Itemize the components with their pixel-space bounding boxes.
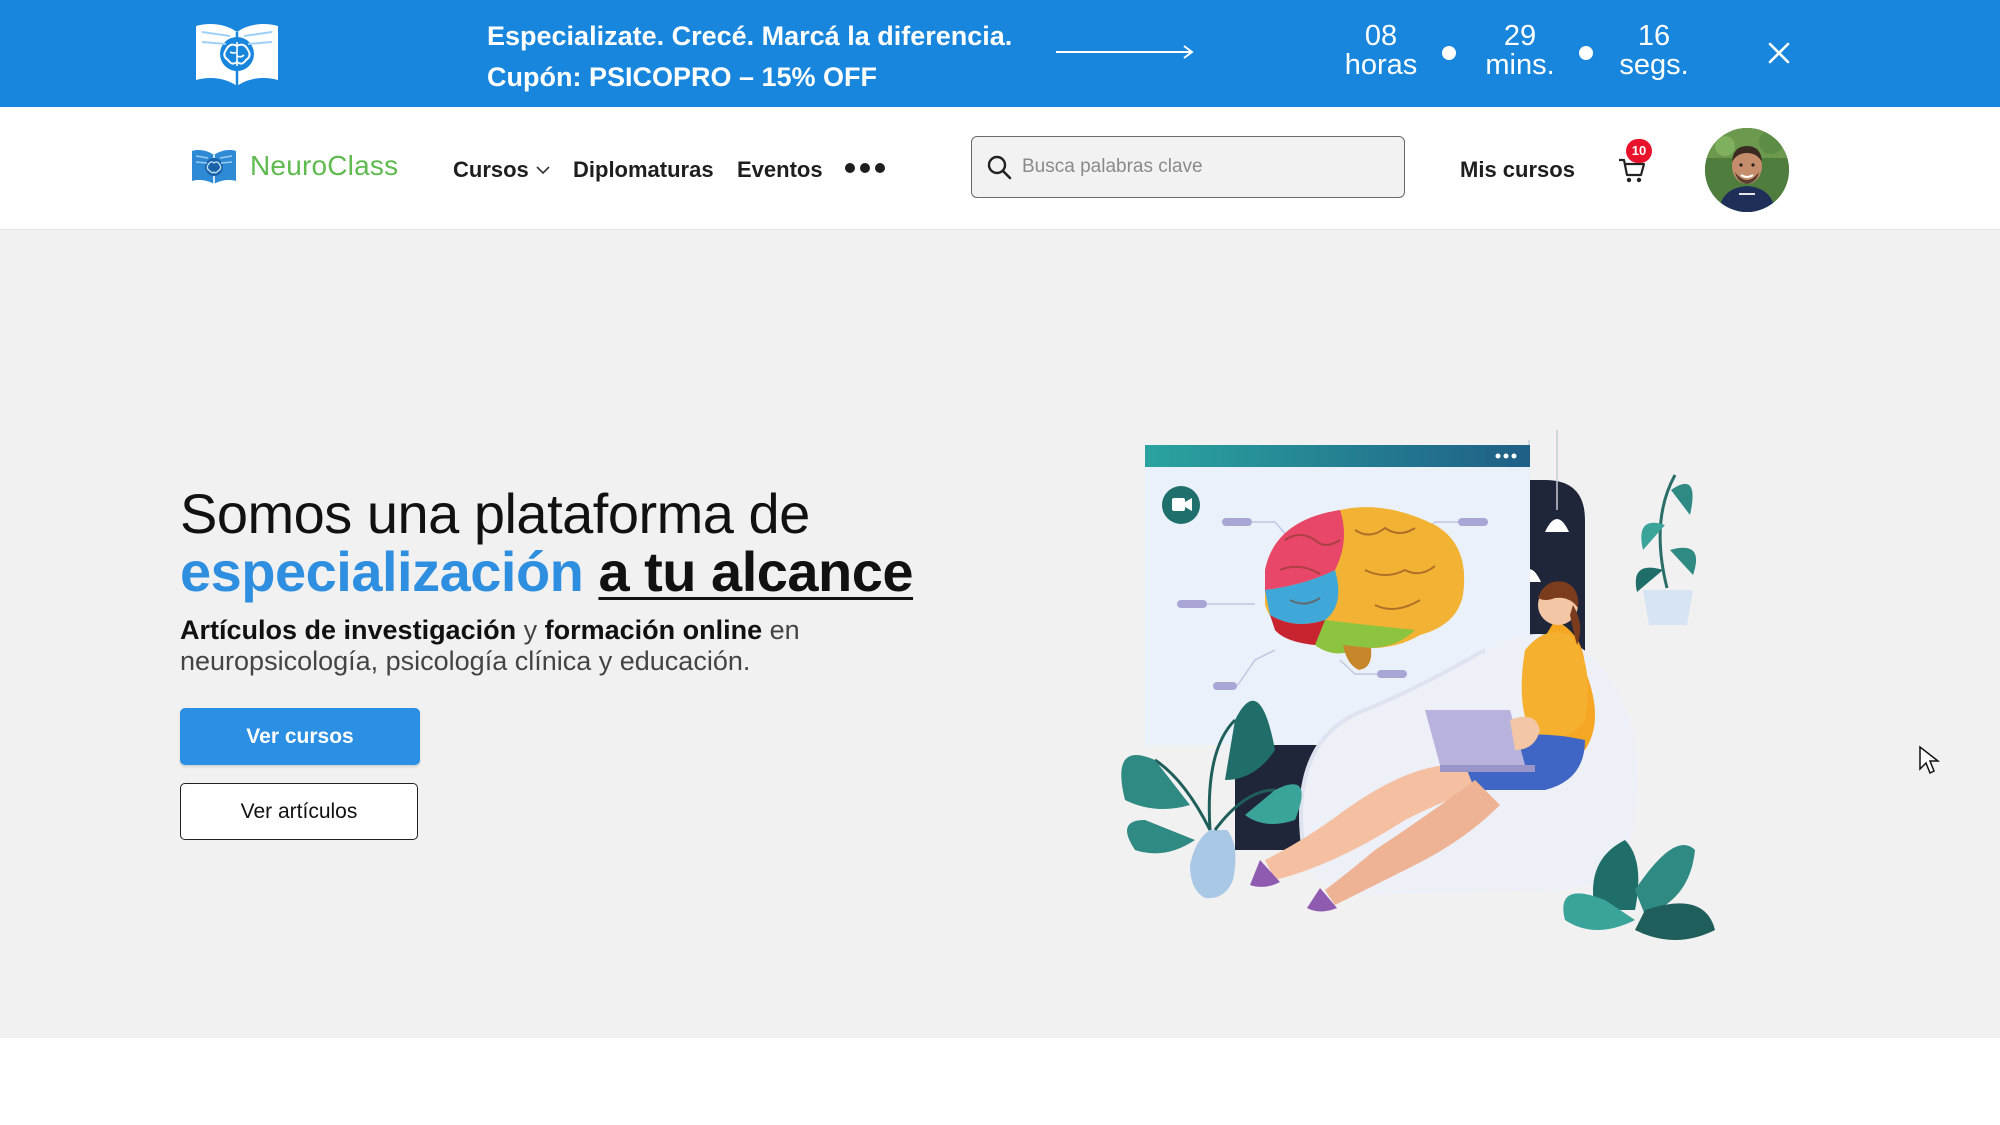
countdown-minutes-value: 29 bbox=[1503, 20, 1537, 52]
promo-message: Especializate. Crecé. Marcá la diferenci… bbox=[487, 16, 1012, 98]
hero-sub-bold-formacion: formación online bbox=[544, 615, 763, 645]
nav-diplomaturas[interactable]: Diplomaturas bbox=[573, 157, 714, 183]
hero-sub-bold-articulos: Artículos de investigación bbox=[180, 615, 517, 645]
hero-subtitle-line1: Artículos de investigación y formación o… bbox=[180, 615, 800, 646]
promo-headline: Especializate. Crecé. Marcá la diferenci… bbox=[487, 21, 1013, 51]
hero-title: Somos una plataforma de especialización … bbox=[180, 482, 914, 603]
countdown-minutes: 29 mins. bbox=[1478, 22, 1562, 80]
promo-coupon: Cupón: PSICOPRO – 15% OFF bbox=[487, 62, 878, 92]
site-header: NeuroClass Cursos Diplomaturas Eventos M… bbox=[0, 107, 2000, 230]
close-icon[interactable] bbox=[1765, 39, 1793, 67]
hero-illustration bbox=[1121, 430, 1715, 940]
hero-section: Somos una plataforma de especialización … bbox=[0, 230, 2000, 1038]
user-photo bbox=[1705, 128, 1789, 212]
cart-count-badge: 10 bbox=[1626, 139, 1652, 163]
countdown-seconds-label: segs. bbox=[1619, 49, 1689, 81]
nav-cursos-label: Cursos bbox=[453, 157, 529, 182]
nav-cursos[interactable]: Cursos bbox=[453, 157, 551, 183]
brand-name: NeuroClass bbox=[250, 150, 399, 181]
search-icon bbox=[987, 155, 1012, 180]
ver-cursos-button[interactable]: Ver cursos bbox=[180, 708, 420, 765]
hero-title-line2: especialización a tu alcance bbox=[180, 540, 914, 603]
countdown-hours-label: horas bbox=[1344, 49, 1418, 81]
neuroclass-logo-icon bbox=[192, 150, 236, 184]
hero-subtitle-line2: neuropsicología, psicología clínica y ed… bbox=[180, 646, 751, 676]
search-input[interactable] bbox=[1022, 156, 1382, 178]
search-box[interactable] bbox=[971, 136, 1405, 198]
hero-title-underlined: a tu alcance bbox=[598, 540, 914, 603]
next-section-preview bbox=[0, 1038, 2000, 1125]
hero-title-highlight: especialización bbox=[180, 540, 584, 603]
user-avatar[interactable] bbox=[1705, 128, 1789, 212]
mis-cursos-link[interactable]: Mis cursos bbox=[1460, 157, 1575, 183]
countdown-hours: 08 horas bbox=[1341, 22, 1421, 80]
countdown-separator bbox=[1579, 46, 1593, 60]
ver-articulos-button[interactable]: Ver artículos bbox=[180, 783, 418, 840]
countdown-seconds-value: 16 bbox=[1637, 20, 1671, 52]
countdown-separator bbox=[1442, 46, 1456, 60]
promo-bar: Especializate. Crecé. Marcá la diferenci… bbox=[0, 0, 2000, 107]
arrow-right-icon bbox=[1056, 45, 1194, 59]
more-menu-icon[interactable] bbox=[845, 163, 885, 173]
hero-title-line1: Somos una plataforma de bbox=[180, 482, 810, 545]
hero-sub-en: en bbox=[762, 615, 800, 645]
hero-sub-y: y bbox=[516, 615, 545, 645]
nav-eventos[interactable]: Eventos bbox=[737, 157, 823, 183]
countdown-seconds: 16 segs. bbox=[1614, 22, 1694, 80]
open-book-brain-icon bbox=[196, 24, 278, 86]
brand-logo-link[interactable]: NeuroClass bbox=[190, 147, 398, 185]
countdown-hours-value: 08 bbox=[1364, 20, 1398, 52]
hero-subtitle: Artículos de investigación y formación o… bbox=[180, 615, 800, 677]
countdown-minutes-label: mins. bbox=[1485, 49, 1555, 81]
mouse-pointer-icon bbox=[1919, 745, 1940, 775]
chevron-down-icon bbox=[536, 166, 550, 175]
more-dot bbox=[875, 163, 885, 173]
more-dot bbox=[845, 163, 855, 173]
more-dot bbox=[860, 163, 870, 173]
